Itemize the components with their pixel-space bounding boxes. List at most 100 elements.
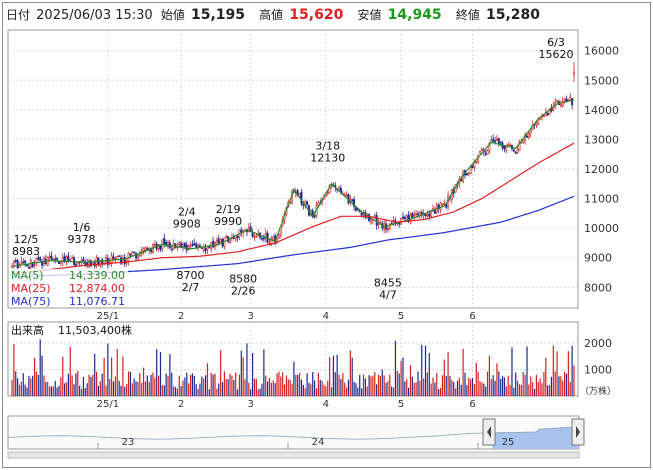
volume-bar: [314, 380, 316, 396]
volume-bar: [571, 345, 573, 396]
volume-bar: [501, 375, 504, 396]
volume-bar: [18, 384, 21, 396]
volume-bar: [268, 377, 271, 396]
volume-bar: [565, 373, 568, 396]
volume-bar: [137, 381, 139, 396]
volume-bar: [161, 385, 163, 396]
volume-bar: [148, 382, 150, 396]
volume-bar: [364, 378, 366, 396]
volume-bar: [475, 362, 477, 396]
candle-body: [219, 238, 222, 243]
candle-body: [494, 140, 497, 143]
volume-bar: [404, 381, 406, 396]
volume-bar: [289, 379, 291, 396]
candle-body: [439, 202, 442, 211]
candle-body: [539, 117, 542, 120]
volume-bar: [189, 374, 192, 396]
volume-bar: [372, 375, 374, 396]
volume-bar: [325, 386, 327, 396]
volume-bar: [199, 383, 201, 396]
candle-body: [345, 195, 348, 197]
candle-body: [277, 234, 280, 239]
volume-bar: [229, 373, 231, 396]
volume-bar: [419, 380, 421, 396]
candle-body: [131, 251, 134, 257]
volume-bar: [517, 380, 519, 396]
volume-bar: [129, 371, 132, 396]
candle-body: [255, 236, 258, 239]
candle-body: [573, 71, 575, 75]
volume-bar: [227, 379, 229, 396]
candle-body: [253, 235, 256, 238]
volume-bar: [13, 344, 15, 396]
candle-body: [33, 264, 36, 266]
volume-bar: [541, 383, 543, 396]
volume-tick-label: 1000: [584, 364, 612, 377]
volume-bar: [488, 355, 491, 396]
volume-bar: [505, 386, 507, 396]
volume-bar: [532, 382, 534, 396]
x-tick-label-price: 5: [398, 311, 404, 322]
volume-bar: [101, 373, 103, 396]
volume-bar: [415, 382, 417, 396]
candle-body: [189, 245, 192, 248]
volume-bar: [122, 356, 124, 396]
candle-body: [490, 139, 493, 143]
volume-bar: [436, 372, 438, 396]
volume-bar: [564, 371, 566, 396]
volume-bar: [169, 354, 171, 396]
volume-bar: [345, 387, 348, 396]
volume-bar: [30, 378, 32, 396]
volume-bar: [377, 374, 380, 396]
volume-bar: [300, 379, 303, 396]
volume-bar: [20, 381, 22, 396]
volume-bar: [62, 356, 64, 396]
candle-body: [200, 247, 203, 250]
candle-body: [261, 238, 263, 240]
volume-value: 11,503,400株: [58, 323, 132, 337]
volume-bar: [133, 378, 135, 396]
candle-body: [142, 248, 145, 251]
y-tick-label: 9000: [584, 252, 612, 265]
legend-value: 11,076.71: [69, 295, 125, 308]
candle-body: [182, 244, 184, 247]
candle-body: [379, 221, 382, 224]
volume-bar: [188, 383, 190, 396]
x-tick-label-volume: 6: [469, 399, 475, 410]
candle-body: [236, 236, 239, 239]
candle-body: [402, 216, 404, 219]
candle-body: [571, 98, 574, 106]
volume-bar: [507, 375, 509, 396]
volume-bar: [317, 372, 319, 396]
volume-bar: [208, 389, 210, 396]
navigator-scrollbar[interactable]: [7, 451, 580, 459]
volume-bar: [381, 369, 383, 396]
volume-bar: [65, 382, 68, 396]
x-tick-label-price: 2: [178, 311, 184, 322]
candle-body: [499, 141, 502, 144]
volume-bar: [423, 378, 425, 396]
navigator-year-label: 25: [502, 437, 515, 448]
volume-bar: [374, 372, 376, 396]
volume-bar: [22, 373, 24, 396]
candle-body: [180, 243, 183, 248]
volume-bar: [220, 350, 222, 396]
candle-body: [118, 255, 121, 257]
volume-bar: [468, 377, 470, 396]
y-tick-label: 11000: [584, 193, 619, 206]
volume-bar: [509, 384, 511, 396]
volume-bar: [285, 375, 288, 396]
volume-bar: [280, 376, 282, 396]
candle-body: [351, 199, 354, 202]
volume-bar: [120, 385, 122, 396]
volume-bar: [116, 349, 118, 396]
volume-bar: [434, 382, 436, 396]
volume-bar: [479, 381, 481, 396]
candle-body: [484, 152, 487, 155]
candle-body: [326, 192, 329, 194]
legend-value: 14,339.00: [69, 269, 125, 282]
volume-bar: [471, 378, 474, 396]
candle-body: [76, 261, 79, 265]
candle-body: [497, 138, 500, 144]
candle-body: [116, 256, 119, 259]
